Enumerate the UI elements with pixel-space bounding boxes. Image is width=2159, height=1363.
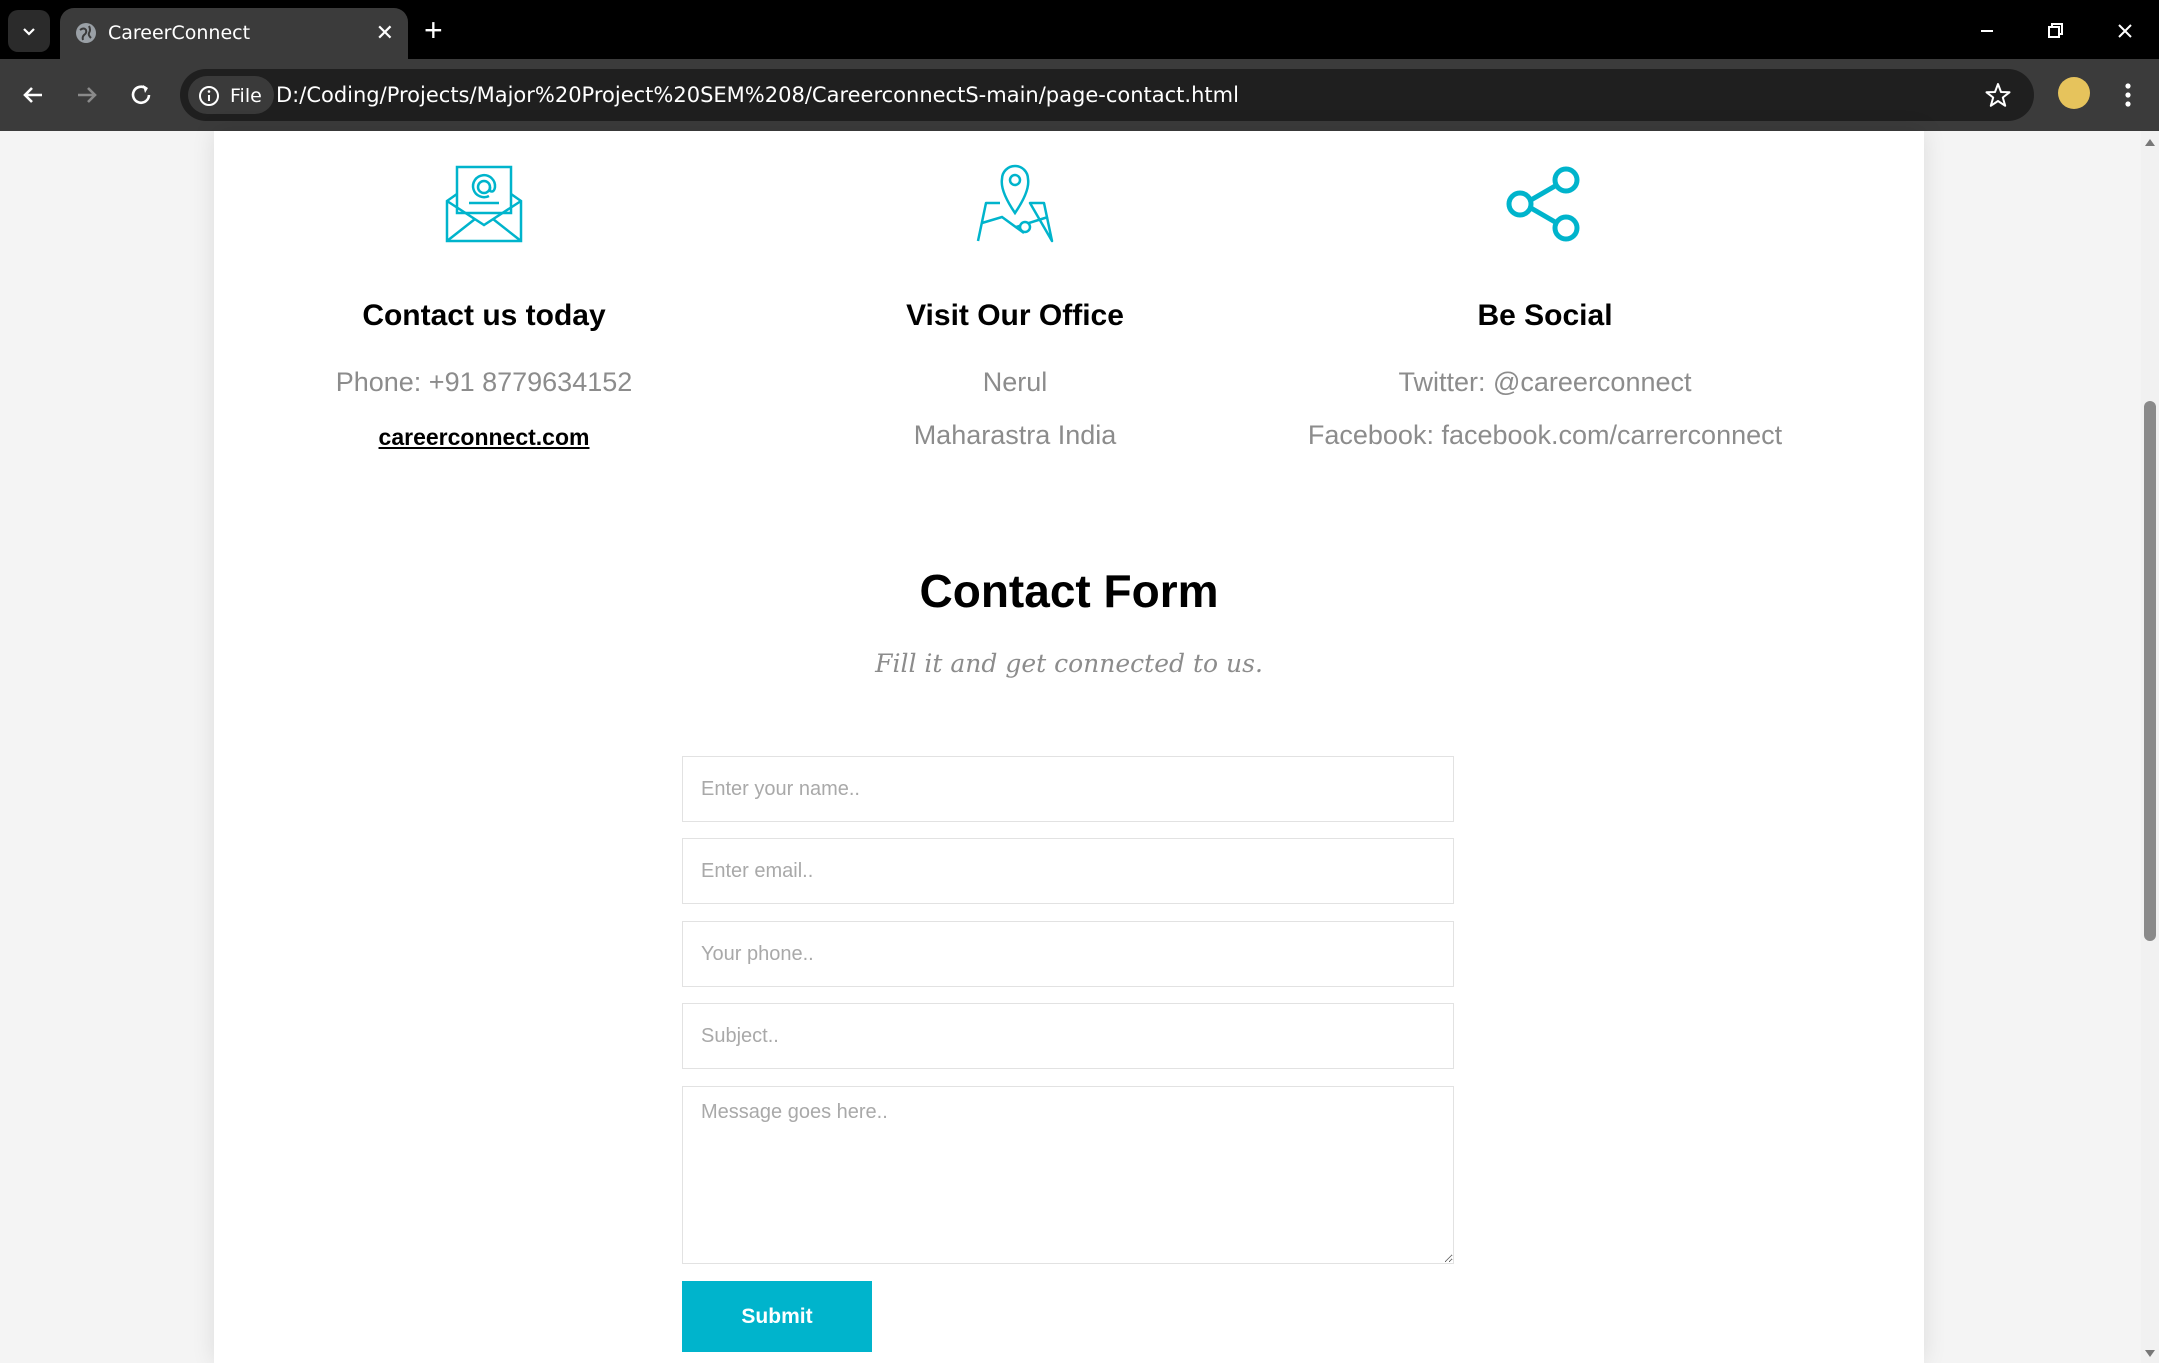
contact-page: Contact us today Phone: +91 8779634152 c… — [214, 131, 1924, 1363]
more-menu-icon[interactable] — [2116, 79, 2140, 111]
office-line-2: Maharastra India — [913, 420, 1117, 450]
submit-button[interactable]: Submit — [682, 1281, 872, 1352]
social-column: Be Social Twitter: @careerconnect Facebo… — [1275, 161, 1815, 451]
phone-text: Phone: +91 8779634152 — [335, 367, 633, 397]
site-info-label: File — [230, 85, 262, 107]
contact-us-column: Contact us today Phone: +91 8779634152 c… — [214, 161, 754, 451]
profile-avatar[interactable] — [2058, 77, 2090, 109]
page-scrollbar[interactable] — [2141, 131, 2159, 1363]
forward-arrow-icon[interactable] — [71, 79, 103, 111]
reload-icon[interactable] — [125, 79, 157, 111]
map-pin-icon — [976, 164, 1054, 243]
office-line-1: Nerul — [982, 367, 1048, 397]
site-info-button[interactable]: File — [188, 76, 274, 114]
browser-tab[interactable]: CareerConnect ✕ — [60, 8, 408, 59]
contact-us-title: Contact us today — [362, 299, 606, 332]
scroll-down-arrow-icon[interactable] — [2144, 1349, 2156, 1359]
message-textarea[interactable] — [682, 1086, 1454, 1264]
envelope-at-icon — [445, 165, 523, 243]
chevron-down-icon — [23, 28, 35, 36]
close-window-icon[interactable] — [2108, 14, 2142, 48]
info-icon — [199, 86, 219, 106]
scroll-up-arrow-icon[interactable] — [2144, 137, 2156, 147]
phone-input[interactable] — [682, 921, 1454, 987]
email-input[interactable] — [682, 838, 1454, 904]
subject-input[interactable] — [682, 1003, 1454, 1069]
tab-title: CareerConnect — [108, 22, 251, 44]
scrollbar-thumb[interactable] — [2144, 401, 2156, 941]
back-arrow-icon[interactable] — [17, 79, 49, 111]
contact-form-title: Contact Form — [919, 565, 1219, 617]
url-text[interactable]: D:/Coding/Projects/Major%20Project%20SEM… — [276, 83, 1239, 107]
minimize-icon[interactable] — [1970, 14, 2004, 48]
tab-close-button[interactable]: ✕ — [376, 21, 394, 45]
twitter-text: Twitter: @careerconnect — [1398, 367, 1692, 397]
browser-tab-bar: CareerConnect ✕ + — [0, 0, 2159, 59]
contact-form-subtitle: Fill it and get connected to us. — [875, 649, 1263, 678]
browser-toolbar: File D:/Coding/Projects/Major%20Project%… — [0, 59, 2159, 131]
name-input[interactable] — [682, 756, 1454, 822]
share-icon — [1506, 166, 1580, 242]
website-link[interactable]: careerconnect.com — [379, 424, 590, 451]
tab-search-button[interactable] — [8, 10, 50, 52]
bookmark-star-icon[interactable] — [1984, 81, 2012, 109]
address-bar[interactable]: File D:/Coding/Projects/Major%20Project%… — [180, 69, 2034, 121]
office-column: Visit Our Office Nerul Maharastra India — [745, 161, 1285, 451]
restore-icon[interactable] — [2038, 14, 2072, 48]
new-tab-button[interactable]: + — [424, 14, 443, 46]
office-title: Visit Our Office — [906, 299, 1124, 332]
social-title: Be Social — [1477, 299, 1613, 332]
globe-icon — [76, 23, 96, 43]
facebook-text: Facebook: facebook.com/carrerconnect — [1307, 420, 1783, 450]
